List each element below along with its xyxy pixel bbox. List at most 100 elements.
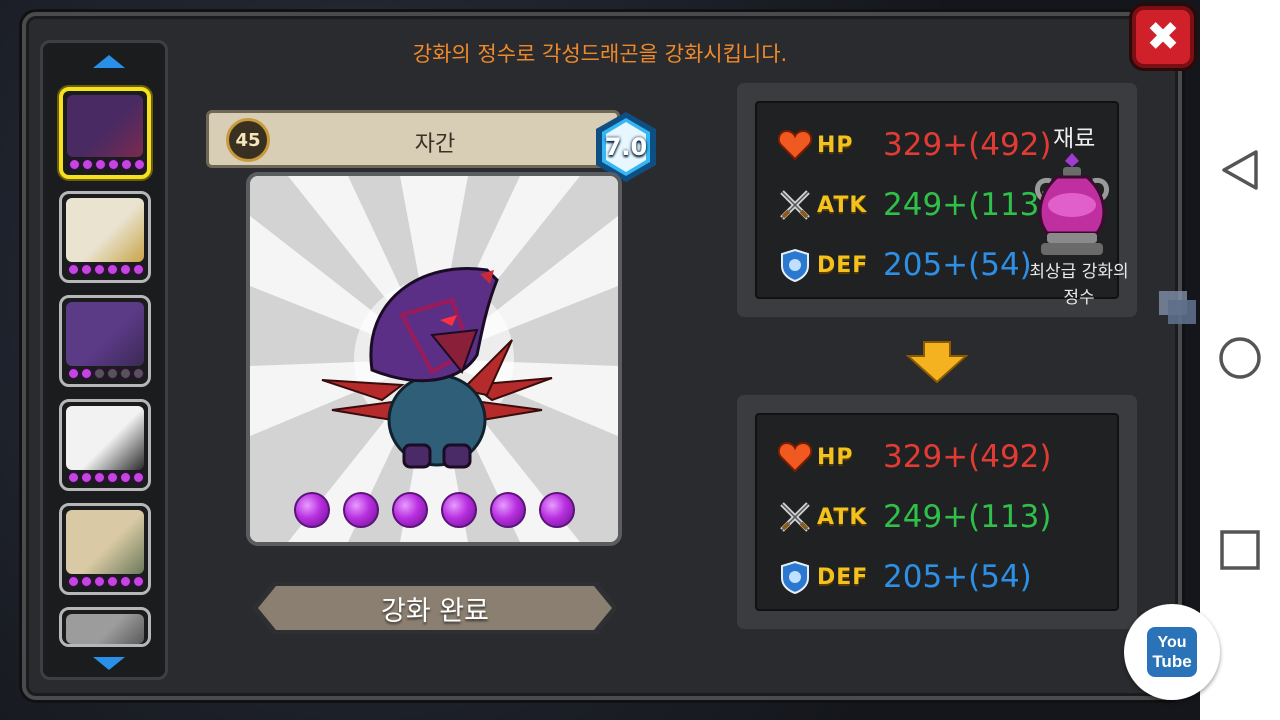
hp-row: HP 329+(492): [777, 123, 1052, 167]
star-dot: [107, 264, 118, 275]
grade-value: 7.0: [604, 133, 648, 161]
purple-star-orb: [392, 492, 428, 528]
enhance-complete-label: 강화 완료: [381, 595, 489, 627]
def-label: DEF: [817, 252, 869, 278]
star-dot: [133, 472, 144, 483]
floating-window-icon[interactable]: [1158, 290, 1198, 326]
purple-star-orb: [539, 492, 575, 528]
star-dot: [120, 472, 131, 483]
result-atk-row: ATK 249+(113): [777, 495, 1052, 539]
purple-star-orb: [490, 492, 526, 528]
atk-row: ATK 249+(113): [777, 183, 1052, 227]
material-name-line1: 최상급 강화의: [1029, 262, 1129, 282]
result-hp-label: HP: [817, 444, 854, 470]
dragon-list-sidebar: [40, 40, 168, 680]
crossed-swords-icon: [777, 187, 813, 223]
star-dot: [95, 159, 106, 170]
recents-icon[interactable]: [1218, 528, 1262, 572]
slot-star-dots: [68, 472, 144, 484]
def-value: 205+(54): [883, 247, 1032, 283]
purple-star-orb: [441, 492, 477, 528]
essence-potion-icon: [1034, 153, 1110, 255]
dragon-slot-dragon-purple-hood[interactable]: [59, 87, 151, 179]
current-stats-panel: HP 329+(492) ATK 249+(113) DEF 205+(54) …: [734, 80, 1140, 320]
star-dot: [94, 472, 105, 483]
result-def-row: DEF 205+(54): [777, 555, 1032, 599]
slot-star-dots: [68, 264, 144, 276]
slot-star-dots: [68, 368, 144, 380]
result-atk-value: 249+(113): [883, 499, 1052, 535]
star-dot: [133, 368, 144, 379]
purple-star-orb: [294, 492, 330, 528]
hp-label: HP: [817, 132, 854, 158]
slot-star-dots: [69, 159, 145, 171]
star-dot: [68, 264, 79, 275]
star-dot: [107, 472, 118, 483]
level-badge: 45: [226, 118, 270, 162]
back-icon[interactable]: [1218, 148, 1262, 192]
dragon-thumbnail: [66, 302, 144, 366]
shield-icon: [777, 247, 813, 283]
result-stats-inner: HP 329+(492) ATK 249+(113) DEF 205+(54): [755, 413, 1119, 611]
star-dot: [68, 368, 79, 379]
star-dot: [68, 472, 79, 483]
material-title: 재료: [1053, 126, 1096, 152]
material-name-line2: 정수: [1063, 288, 1095, 308]
star-dot: [120, 264, 131, 275]
def-row: DEF 205+(54): [777, 243, 1032, 287]
star-dot: [81, 264, 92, 275]
dragon-slot-dragon-white-gold[interactable]: [59, 191, 151, 283]
crossed-swords-icon: [777, 499, 813, 535]
star-dot: [107, 576, 118, 587]
dragon-slot-dragon-gray-spiky[interactable]: [59, 607, 151, 647]
dragon-thumbnail: [66, 614, 144, 644]
result-hp-row: HP 329+(492): [777, 435, 1052, 479]
dragon-slot-dragon-beige-eye[interactable]: [59, 503, 151, 595]
close-button[interactable]: ✖: [1132, 6, 1194, 68]
purple-star-orb: [343, 492, 379, 528]
star-dot: [94, 576, 105, 587]
dragon-thumbnail: [66, 198, 144, 262]
dragon-thumbnail: [66, 510, 144, 574]
youtube-line2: Tube: [1152, 651, 1192, 671]
android-nav-bar: [1200, 0, 1280, 720]
star-dot: [94, 368, 105, 379]
result-stats-panel: HP 329+(492) ATK 249+(113) DEF 205+(54): [734, 392, 1140, 632]
result-def-value: 205+(54): [883, 559, 1032, 595]
star-dot: [134, 159, 145, 170]
result-hp-value: 329+(492): [883, 439, 1052, 475]
star-dot: [81, 576, 92, 587]
star-dot: [68, 576, 79, 587]
enhance-complete-button[interactable]: 강화 완료: [250, 580, 620, 636]
dragon-slot-dragon-purple-horned[interactable]: [59, 295, 151, 387]
slot-star-dots: [68, 576, 144, 588]
instruction-text: 강화의 정수로 각성드래곤을 강화시킵니다.: [412, 42, 788, 66]
home-icon[interactable]: [1218, 336, 1262, 380]
current-stats-inner: HP 329+(492) ATK 249+(113) DEF 205+(54) …: [755, 101, 1129, 308]
atk-label: ATK: [817, 192, 868, 218]
star-dot: [82, 159, 93, 170]
star-dot: [81, 472, 92, 483]
material-name: 최상급 강화의 정수: [1013, 259, 1145, 311]
result-def-label: DEF: [817, 564, 869, 590]
close-x-icon: ✖: [1146, 14, 1180, 60]
result-atk-label: ATK: [817, 504, 868, 530]
star-dot: [94, 264, 105, 275]
star-dot: [133, 576, 144, 587]
star-dot: [107, 368, 118, 379]
star-rating: [294, 492, 575, 528]
youtube-button[interactable]: You Tube: [1124, 604, 1220, 700]
dragon-name: 자간: [414, 132, 456, 157]
dragon-portrait: [246, 172, 622, 546]
star-dot: [121, 159, 132, 170]
dragon-sprite: [321, 267, 553, 469]
youtube-line1: You: [1157, 633, 1187, 651]
scroll-down-arrow-icon[interactable]: [93, 657, 125, 670]
dragon-slot-dragon-zebra[interactable]: [59, 399, 151, 491]
down-arrow-icon: [906, 341, 968, 384]
youtube-icon: You Tube: [1147, 627, 1197, 677]
star-dot: [133, 264, 144, 275]
shield-icon: [777, 559, 813, 595]
scroll-up-arrow-icon[interactable]: [93, 55, 125, 68]
star-dot: [108, 159, 119, 170]
